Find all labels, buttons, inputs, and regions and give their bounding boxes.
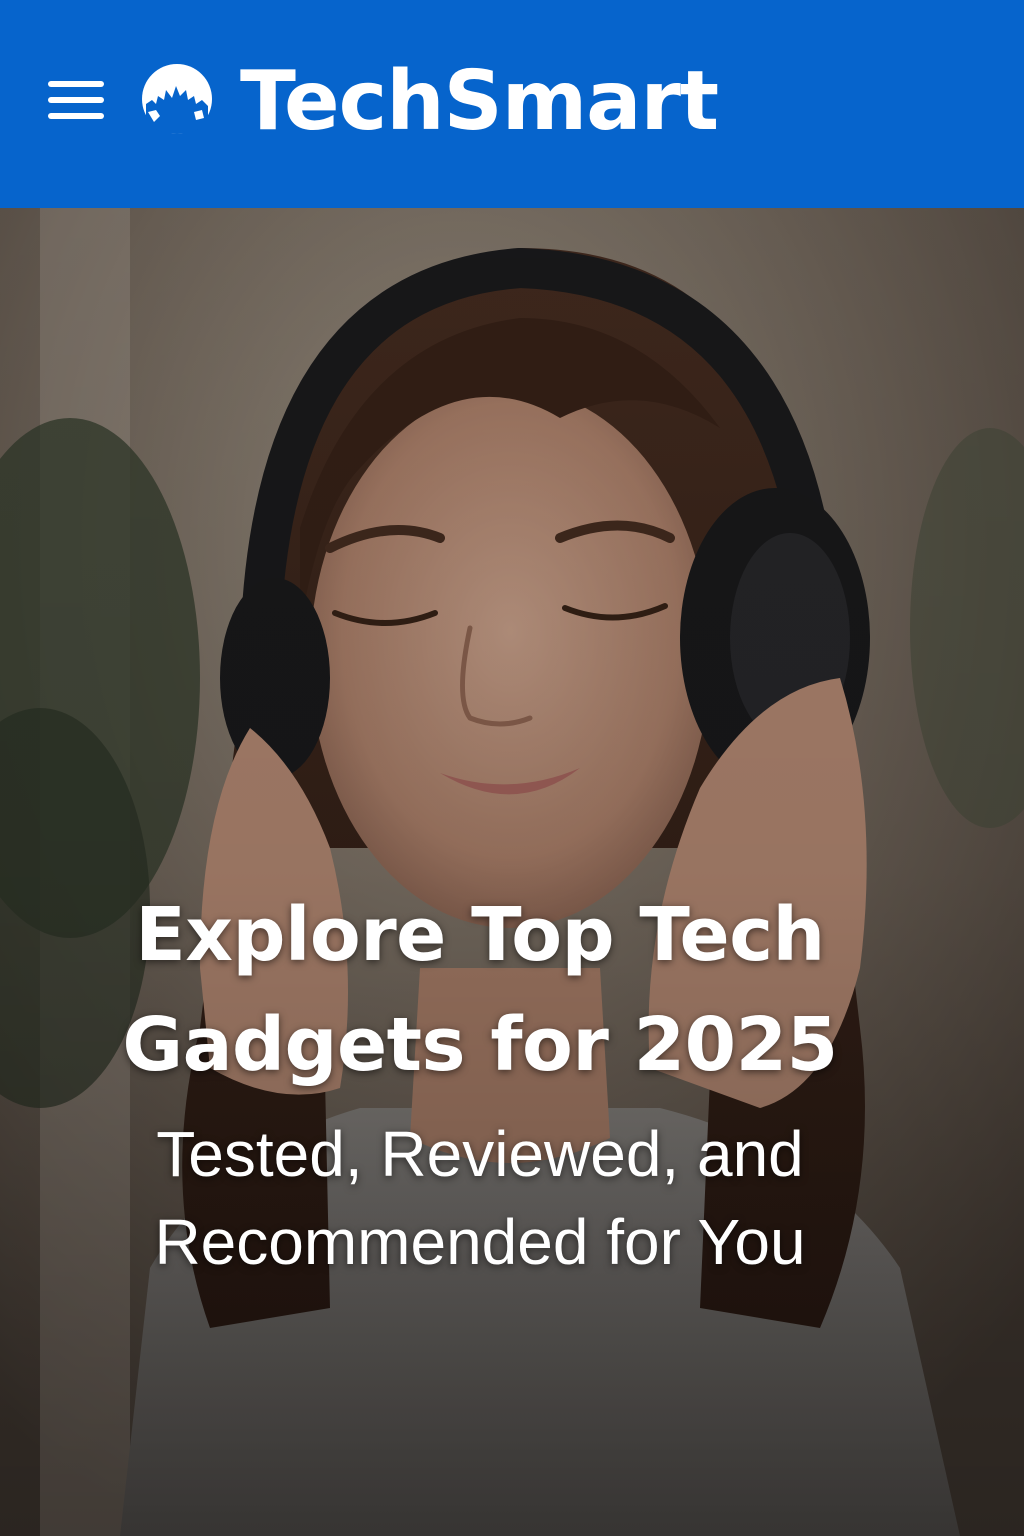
top-navigation-bar: TechSmart (0, 0, 1024, 208)
globe-icon (138, 60, 216, 138)
page: TechSmart Explore Top Tech Gadgets for 2… (0, 0, 1024, 1536)
hero-banner: Explore Top Tech Gadgets for 2025 Tested… (0, 208, 1024, 1536)
hero-subtitle: Tested, Reviewed, and Recommended for Yo… (154, 1118, 806, 1278)
brand-name[interactable]: TechSmart (240, 52, 719, 152)
hero-dark-overlay (0, 208, 1024, 1536)
hero-title: Explore Top Tech Gadgets for 2025 (122, 892, 838, 1088)
hamburger-menu-button[interactable] (40, 70, 110, 130)
hero-text-block: Explore Top Tech Gadgets for 2025 Tested… (80, 880, 880, 1286)
hamburger-menu-icon (48, 81, 104, 119)
